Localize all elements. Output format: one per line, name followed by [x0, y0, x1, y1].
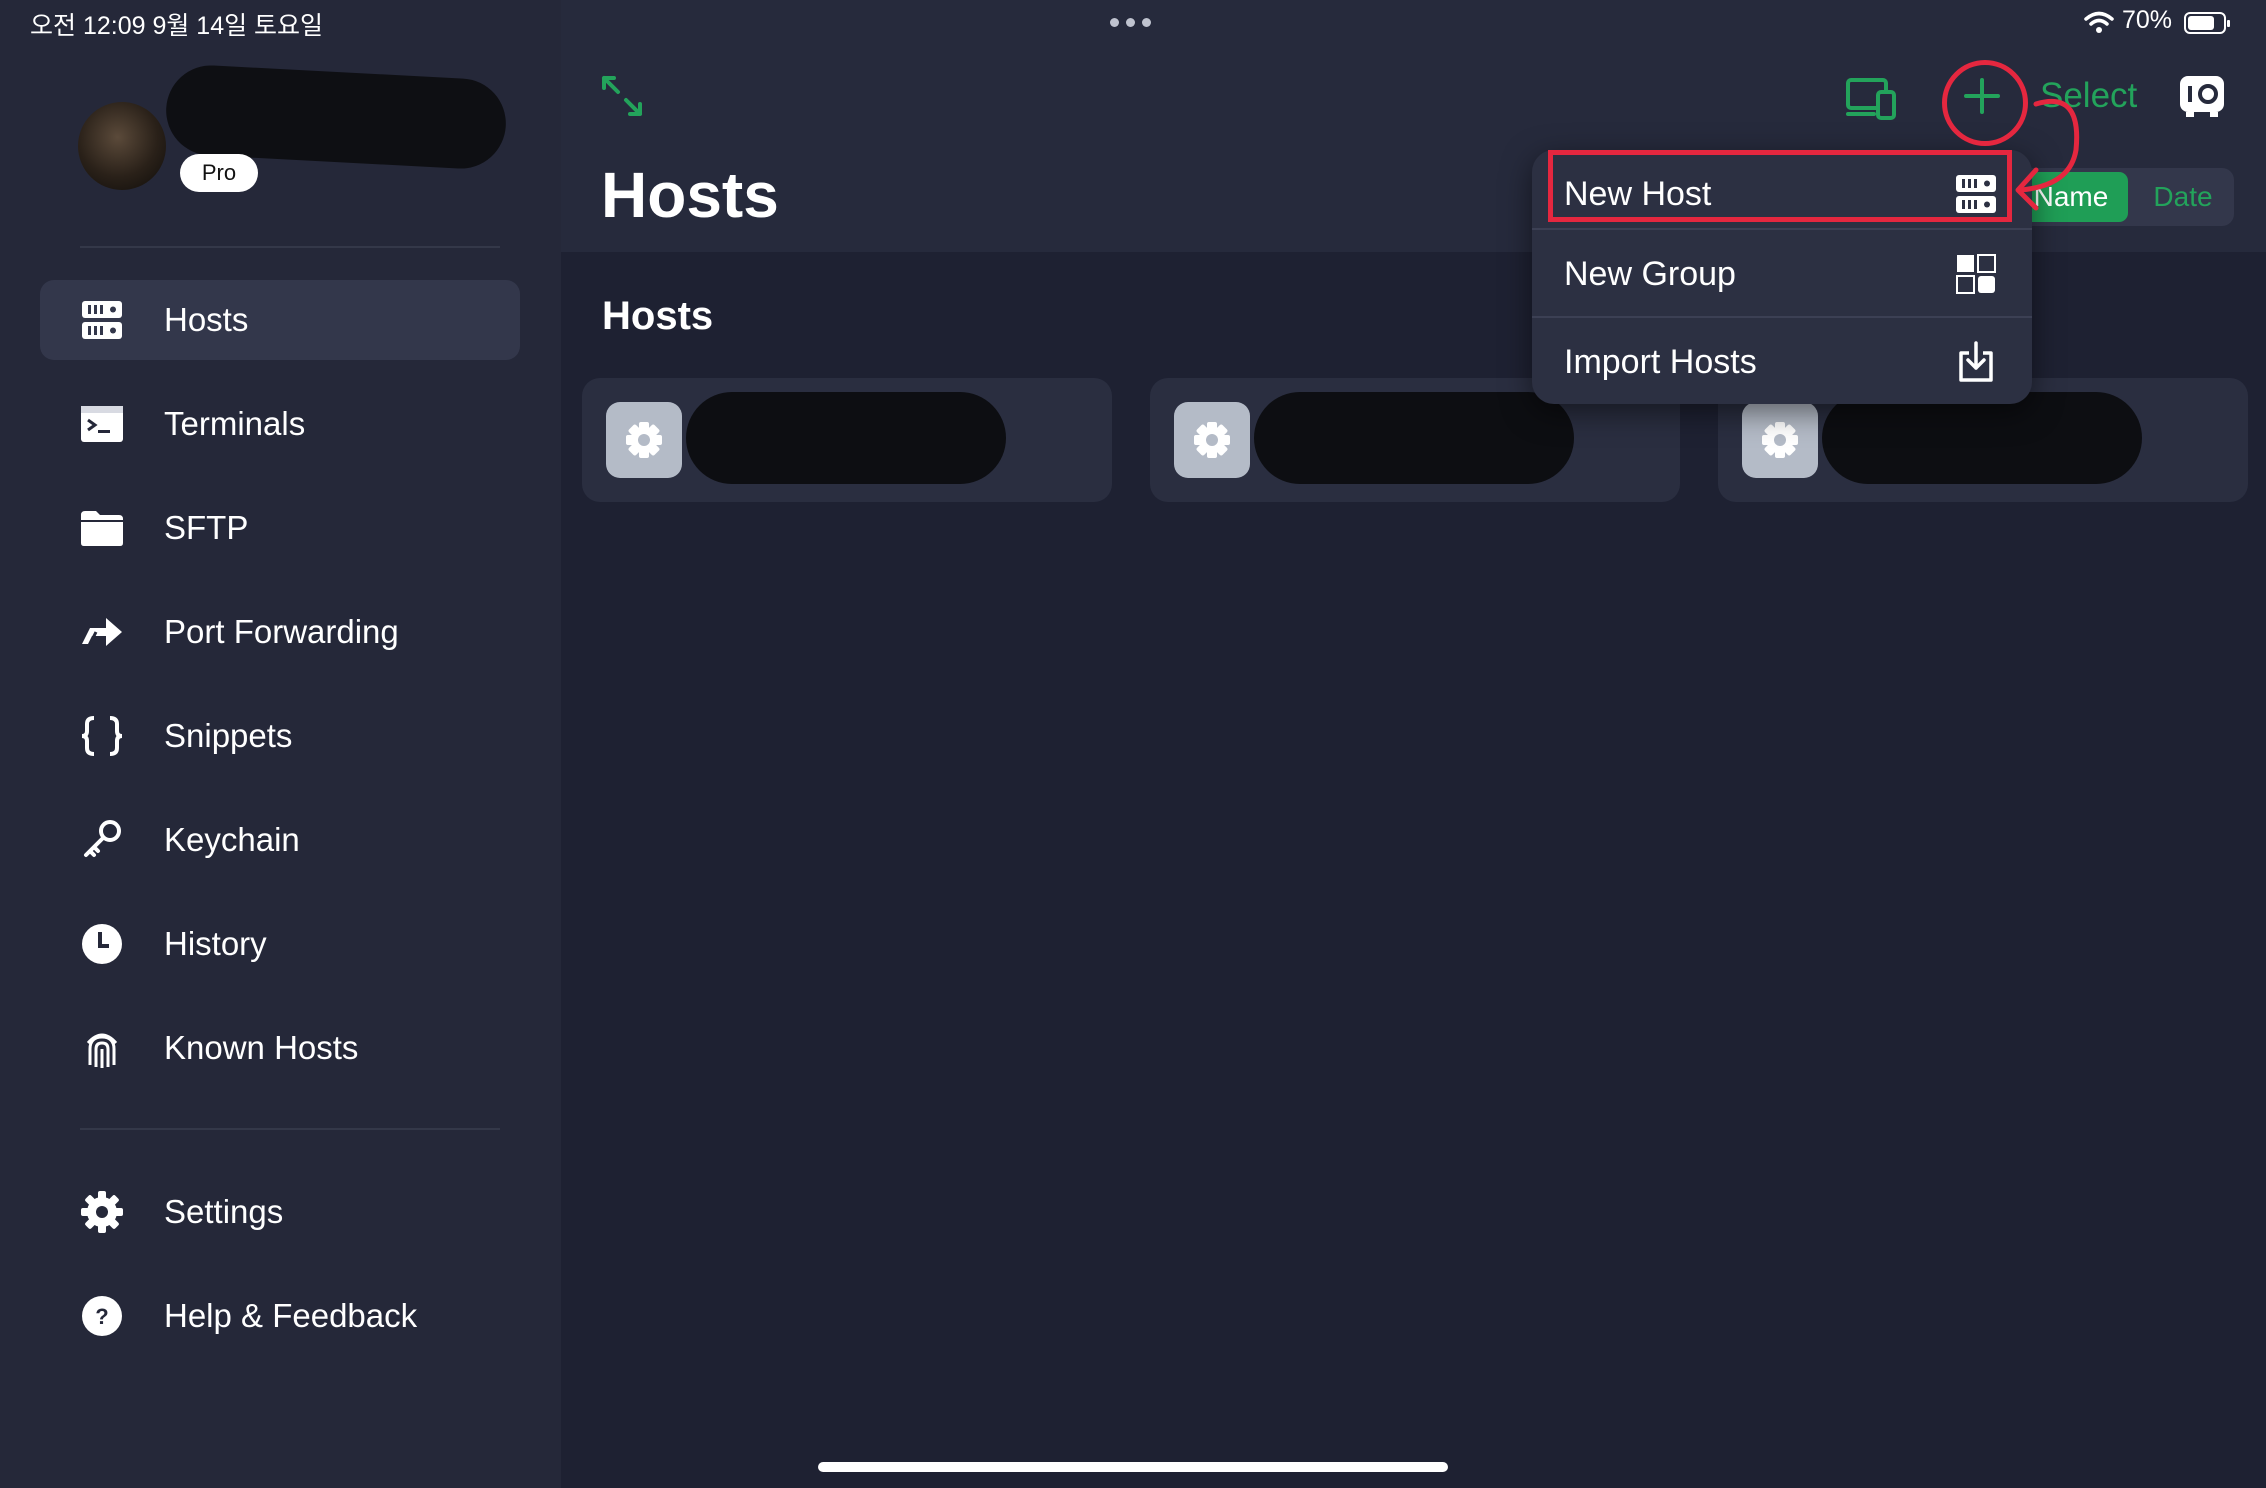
menu-item-import-hosts[interactable]: Import Hosts	[1532, 318, 2032, 404]
sidebar-item-hosts[interactable]: Hosts	[40, 280, 520, 360]
host-os-icon	[606, 402, 682, 478]
sidebar-item-label: Settings	[164, 1193, 284, 1230]
terminal-icon	[80, 404, 124, 444]
sidebar-item-label: Keychain	[164, 821, 300, 858]
page-title: Hosts	[601, 159, 779, 231]
home-indicator[interactable]	[818, 1462, 1448, 1472]
host-card[interactable]	[582, 378, 1112, 502]
group-icon	[1954, 252, 1998, 296]
menu-item-label: Import Hosts	[1564, 343, 1757, 381]
sidebar-item-label: Known Hosts	[164, 1029, 359, 1066]
multitasking-dots[interactable]	[1110, 18, 1151, 27]
sidebar-item-label: History	[164, 925, 267, 962]
annotation-highlight-box	[1548, 150, 2012, 222]
import-icon	[1954, 340, 1998, 384]
annotation-arrow	[2015, 98, 2080, 211]
sort-by-date-tab[interactable]: Date	[2136, 172, 2230, 222]
fingerprint-icon	[80, 1028, 124, 1068]
pro-badge: Pro	[180, 154, 258, 192]
host-os-icon	[1174, 402, 1250, 478]
redacted-host-name	[1254, 392, 1574, 484]
sidebar-item-label: Hosts	[164, 301, 249, 338]
sidebar-item-label: Help & Feedback	[164, 1297, 418, 1334]
sidebar-item-history[interactable]: History	[40, 904, 520, 984]
status-bar: 오전 12:09 9월 14일 토요일 70%	[0, 0, 2266, 50]
section-title: Hosts	[602, 294, 714, 338]
key-icon	[80, 820, 124, 860]
host-os-icon	[1742, 402, 1818, 478]
folder-icon	[80, 508, 124, 548]
status-time: 오전 12:09 9월 14일 토요일	[30, 12, 324, 40]
question-icon: ?	[80, 1296, 124, 1336]
sidebar-item-snippets[interactable]: Snippets	[40, 696, 520, 776]
battery-percentage: 70%	[2122, 6, 2173, 34]
menu-item-new-group[interactable]: New Group	[1532, 230, 2032, 318]
forward-arrow-icon	[80, 612, 124, 652]
sidebar-item-known-hosts[interactable]: Known Hosts	[40, 1008, 520, 1088]
battery-icon	[2184, 12, 2230, 34]
sidebar-item-terminals[interactable]: Terminals	[40, 384, 520, 464]
sidebar-item-label: Snippets	[164, 717, 293, 754]
gear-icon	[80, 1191, 124, 1233]
profile[interactable]: Pro	[78, 63, 518, 202]
sidebar-item-port-forwarding[interactable]: Port Forwarding	[40, 592, 520, 672]
devices-icon[interactable]	[1846, 76, 1896, 120]
sidebar-item-help-feedback[interactable]: ? Help & Feedback	[40, 1276, 520, 1356]
braces-icon	[80, 716, 124, 756]
clock-icon	[80, 924, 124, 964]
menu-item-label: New Group	[1564, 255, 1736, 293]
wifi-icon	[2084, 11, 2114, 33]
redacted-host-name	[686, 392, 1006, 484]
svg-text:?: ?	[95, 1304, 108, 1329]
sidebar-item-settings[interactable]: Settings	[40, 1172, 520, 1252]
vault-icon[interactable]	[2178, 74, 2226, 118]
sidebar-divider	[80, 1128, 500, 1130]
expand-icon[interactable]	[600, 74, 644, 118]
sidebar-item-label: Terminals	[164, 405, 306, 442]
sidebar-item-label: SFTP	[164, 509, 249, 546]
redacted-host-name	[1822, 392, 2142, 484]
sidebar-item-sftp[interactable]: SFTP	[40, 488, 520, 568]
server-icon	[80, 300, 124, 340]
sidebar-item-label: Port Forwarding	[164, 613, 399, 650]
sidebar: Pro Hosts Terminals SFTP Port Forwarding…	[0, 0, 561, 1488]
sidebar-divider	[80, 246, 500, 248]
avatar[interactable]	[78, 102, 166, 190]
sidebar-item-keychain[interactable]: Keychain	[40, 800, 520, 880]
